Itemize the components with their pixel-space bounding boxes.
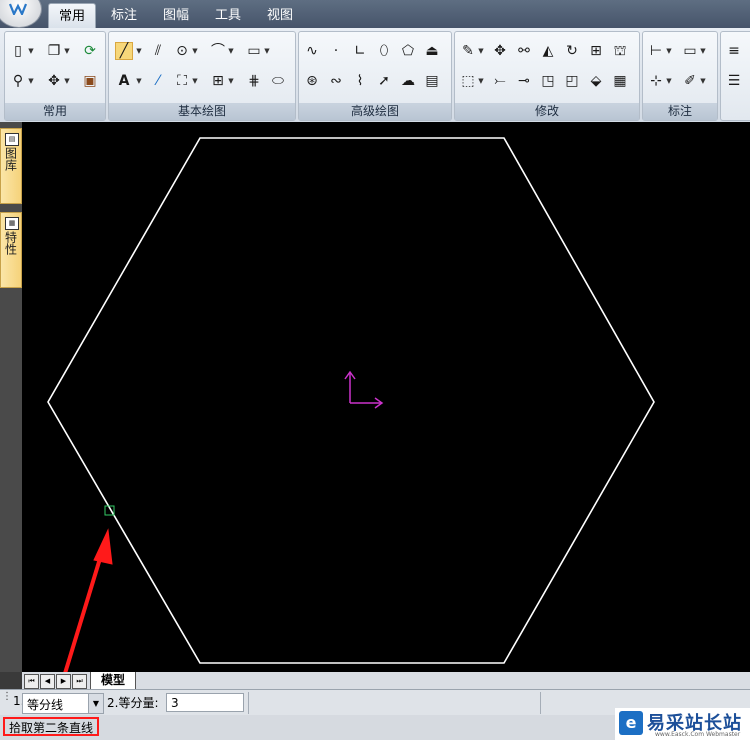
fillet-icon[interactable]: ◳ bbox=[539, 72, 557, 90]
dot-icon[interactable]: · bbox=[327, 42, 345, 60]
scale-icon[interactable]: ⛫ bbox=[611, 42, 629, 60]
properties-icon[interactable]: ▣ bbox=[81, 72, 99, 90]
hatch-pattern-icon[interactable]: ⊛ bbox=[303, 72, 321, 90]
status-prompt: 拾取第二条直线 bbox=[3, 717, 99, 736]
dimension-icon[interactable]: ⊢ bbox=[647, 42, 665, 60]
line-icon[interactable]: ╱ bbox=[115, 42, 133, 60]
watermark-subtitle: www.Easck.Com Webmaster bbox=[655, 731, 741, 738]
leader-icon[interactable]: ⊹ bbox=[647, 72, 665, 90]
centerline-icon[interactable]: ⁄ bbox=[149, 72, 167, 90]
mirror-icon[interactable]: ◭ bbox=[539, 42, 557, 60]
trim-icon[interactable]: ⬚ bbox=[459, 72, 477, 90]
library-icon: ▤ bbox=[5, 133, 19, 146]
grip-icon[interactable]: ⋮ bbox=[2, 692, 12, 712]
arc-icon[interactable]: ⌒ bbox=[209, 42, 227, 60]
angle-line-icon[interactable]: ∟ bbox=[351, 42, 369, 60]
ribbon-tab-bar: 常用 标注 图幅 工具 视图 bbox=[0, 0, 750, 29]
ribbon-group-dimension: ⊢ ▼ ▭ ▼ ⊹ ▼ ✐ ▼ 标注 bbox=[642, 31, 718, 121]
division-count-input[interactable]: 3 bbox=[166, 693, 244, 712]
group-label-modify: 修改 bbox=[455, 103, 639, 120]
tab-view[interactable]: 视图 bbox=[258, 3, 302, 28]
properties-panel-icon: ▦ bbox=[5, 217, 19, 230]
hexagon-shape[interactable] bbox=[47, 137, 655, 664]
edit-dimension-icon[interactable]: ✐ bbox=[681, 72, 699, 90]
drawing-canvas[interactable] bbox=[22, 122, 750, 672]
first-layout-icon[interactable]: ⏮ bbox=[24, 674, 39, 689]
group-label-basic-draw: 基本绘图 bbox=[109, 103, 295, 120]
parallel-line-icon[interactable]: ⫽ bbox=[149, 42, 167, 60]
polygon-icon[interactable]: ⬠ bbox=[399, 42, 417, 60]
method-dropdown[interactable]: 等分线 ▼ bbox=[22, 693, 104, 714]
last-layout-icon[interactable]: ⏭ bbox=[72, 674, 87, 689]
ucs-icon bbox=[344, 370, 384, 409]
polyline-icon[interactable]: ⬭ bbox=[269, 72, 287, 90]
move-icon[interactable]: ✥ bbox=[491, 42, 509, 60]
dock-tab-library-label: 图库 bbox=[3, 147, 18, 171]
ribbon: ▯ ▼ ❐ ▼ ⟳ ⚲ ▼ ✥ ▼ ▣ 常用 ╱ ▼ ⫽ ⊙ ▼ ⌒ ▼ ▭ ▼ A ▼ ⁄ ⛶ ▼… bbox=[0, 28, 750, 123]
tab-sheet[interactable]: 图幅 bbox=[154, 3, 198, 28]
annotation-arrow bbox=[63, 528, 113, 672]
break-line-icon[interactable]: ⌇ bbox=[351, 72, 369, 90]
copy-object-icon[interactable]: ⚯ bbox=[515, 42, 533, 60]
circle-icon[interactable]: ⊙ bbox=[173, 42, 191, 60]
hatch-icon[interactable]: ⛶ bbox=[173, 72, 191, 90]
method-value: 等分线 bbox=[27, 698, 64, 712]
divider bbox=[540, 692, 541, 714]
left-dock: ▤ 图库 ▦ 特性 bbox=[0, 122, 22, 672]
tab-model[interactable]: 模型 bbox=[90, 672, 136, 689]
block-icon[interactable]: ⊞ bbox=[209, 72, 227, 90]
prev-layout-icon[interactable]: ◀ bbox=[40, 674, 55, 689]
group-label-dimension: 标注 bbox=[643, 103, 717, 120]
new-file-icon[interactable]: ▯ bbox=[9, 42, 27, 60]
tab-home[interactable]: 常用 bbox=[48, 3, 96, 29]
watermark: e 易采站长站 www.Easck.Com Webmaster bbox=[615, 708, 750, 740]
centerhole-icon[interactable]: ⏏ bbox=[423, 42, 441, 60]
break-icon[interactable]: ⊸ bbox=[515, 72, 533, 90]
text-icon[interactable]: A bbox=[115, 72, 133, 90]
ribbon-group-basic-draw: ╱ ▼ ⫽ ⊙ ▼ ⌒ ▼ ▭ ▼ A ▼ ⁄ ⛶ ▼ ⊞ ▼ ⋕ ⬭ 基本绘图 bbox=[108, 31, 296, 121]
rectangle-icon[interactable]: ▭ bbox=[245, 42, 263, 60]
app-logo-icon bbox=[9, 3, 27, 15]
wave-line-icon[interactable]: ∾ bbox=[327, 72, 345, 90]
tab-dimension[interactable]: 标注 bbox=[102, 3, 146, 28]
stretch-icon[interactable]: ▦ bbox=[611, 72, 629, 90]
layout-tab-strip: ⏮ ◀ ▶ ⏭ 模型 bbox=[22, 672, 750, 689]
chamfer-icon[interactable]: ◰ bbox=[563, 72, 581, 90]
tab-tools[interactable]: 工具 bbox=[206, 3, 250, 28]
group-label-common: 常用 bbox=[5, 103, 105, 120]
table-icon[interactable]: ▤ bbox=[423, 72, 441, 90]
ribbon-group-modify: ✎ ▼ ✥ ⚯ ◭ ↻ ⊞ ⛫ ⬚ ▼ ⤚ ⊸ ◳ ◰ ⬙ ▦ 修改 bbox=[454, 31, 640, 121]
refresh-icon[interactable]: ⟳ bbox=[81, 42, 99, 60]
ribbon-group-advanced-draw: ∿ · ∟ ⬯ ⬠ ⏏ ⊛ ∾ ⌇ ➚ ☁ ▤ 高级绘图 bbox=[298, 31, 452, 121]
ribbon-group-common: ▯ ▼ ❐ ▼ ⟳ ⚲ ▼ ✥ ▼ ▣ 常用 bbox=[4, 31, 106, 121]
pan-icon[interactable]: ✥ bbox=[45, 72, 63, 90]
step2-label: 2.等分量: bbox=[107, 696, 159, 710]
cloud-icon[interactable]: ☁ bbox=[399, 72, 417, 90]
group-label-advanced-draw: 高级绘图 bbox=[299, 103, 451, 120]
extend-icon[interactable]: ⤚ bbox=[491, 72, 509, 90]
chevron-down-icon[interactable]: ▼ bbox=[88, 694, 103, 713]
point-icon[interactable]: ⋕ bbox=[245, 72, 263, 90]
spline-icon[interactable]: ∿ bbox=[303, 42, 321, 60]
application-menu-button[interactable] bbox=[0, 0, 42, 28]
dock-tab-properties-label: 特性 bbox=[3, 231, 18, 255]
array-icon[interactable]: ⊞ bbox=[587, 42, 605, 60]
watermark-logo-icon: e bbox=[619, 711, 643, 735]
rotate-icon[interactable]: ↻ bbox=[563, 42, 581, 60]
next-layout-icon[interactable]: ▶ bbox=[56, 674, 71, 689]
dock-tab-library[interactable]: ▤ 图库 bbox=[0, 128, 22, 204]
layer-icon[interactable]: ≡ bbox=[725, 42, 743, 60]
tolerance-icon[interactable]: ▭ bbox=[681, 42, 699, 60]
dock-tab-properties[interactable]: ▦ 特性 bbox=[0, 212, 22, 288]
explode-icon[interactable]: ⬙ bbox=[587, 72, 605, 90]
eraser-icon[interactable]: ✎ bbox=[459, 42, 477, 60]
arrow-icon[interactable]: ➚ bbox=[375, 72, 393, 90]
ellipse-icon[interactable]: ⬯ bbox=[375, 42, 393, 60]
ribbon-group-partial: ≡ ☰ bbox=[720, 31, 750, 121]
divider bbox=[248, 692, 249, 714]
copy-icon[interactable]: ❐ bbox=[45, 42, 63, 60]
zoom-icon[interactable]: ⚲ bbox=[9, 72, 27, 90]
linetype-icon[interactable]: ☰ bbox=[725, 72, 743, 90]
